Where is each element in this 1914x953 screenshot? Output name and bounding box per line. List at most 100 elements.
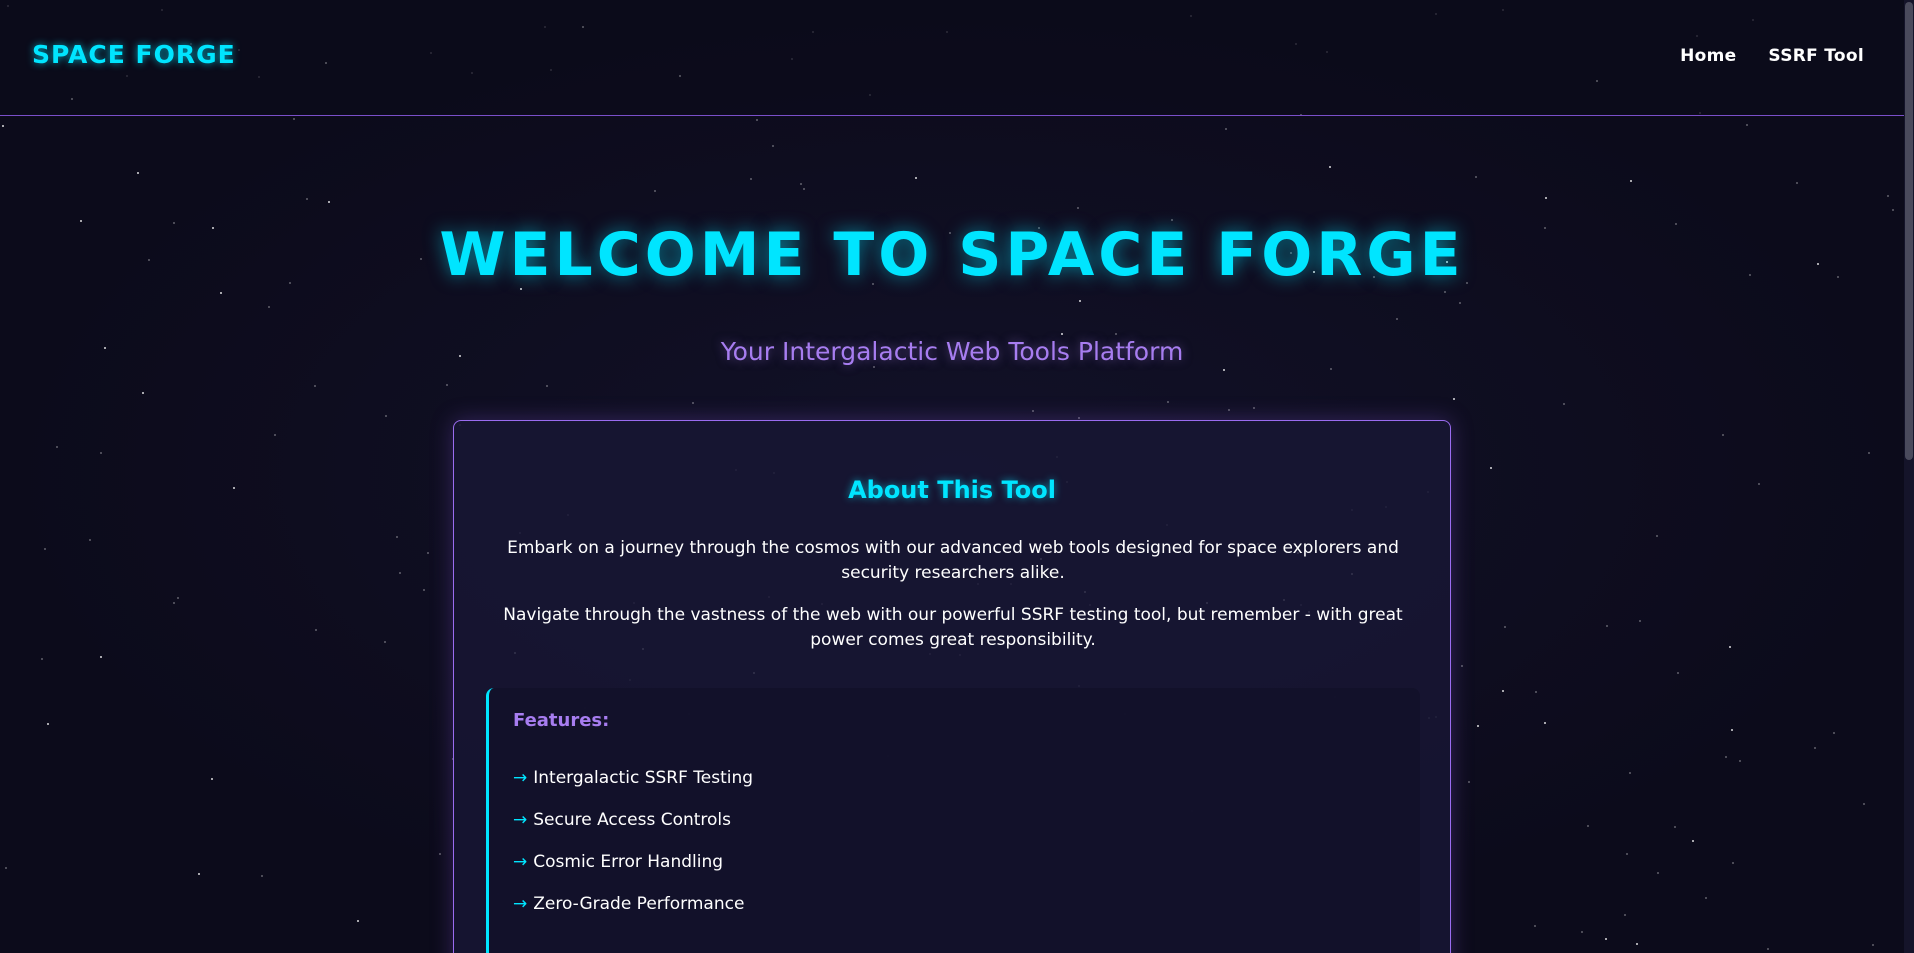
nav-link-ssrf-tool[interactable]: SSRF Tool bbox=[1768, 46, 1864, 66]
about-title: About This Tool bbox=[848, 476, 1056, 504]
star bbox=[384, 641, 386, 643]
hero-subtitle: Your Intergalactic Web Tools Platform bbox=[720, 337, 1184, 366]
star bbox=[546, 385, 548, 387]
star bbox=[1630, 180, 1632, 182]
star bbox=[800, 183, 802, 185]
star bbox=[100, 656, 102, 658]
star bbox=[1504, 626, 1506, 628]
star bbox=[41, 658, 43, 660]
star bbox=[1626, 853, 1628, 855]
star bbox=[1329, 166, 1331, 168]
arrow-right-icon: → bbox=[513, 894, 528, 914]
star bbox=[1887, 195, 1889, 197]
star bbox=[1581, 931, 1583, 933]
feature-item: → Intergalactic SSRF Testing bbox=[513, 768, 753, 810]
star bbox=[654, 190, 656, 192]
star bbox=[314, 385, 316, 387]
star bbox=[293, 118, 295, 120]
star bbox=[1444, 291, 1446, 293]
features-panel: Features: → Intergalactic SSRF Testing →… bbox=[486, 688, 1420, 953]
star bbox=[915, 177, 917, 179]
star bbox=[1167, 401, 1169, 403]
star bbox=[1674, 826, 1676, 828]
hero-title: WELCOME TO SPACE FORGE bbox=[439, 220, 1465, 290]
star bbox=[1731, 729, 1733, 731]
star bbox=[268, 306, 270, 308]
feature-item: → Zero-Grade Performance bbox=[513, 894, 753, 936]
feature-item: → Secure Access Controls bbox=[513, 810, 753, 852]
star bbox=[1732, 862, 1734, 864]
star bbox=[315, 629, 317, 631]
star bbox=[1228, 409, 1230, 411]
star bbox=[756, 119, 758, 121]
star bbox=[142, 392, 144, 394]
star bbox=[261, 875, 263, 877]
star bbox=[2, 125, 4, 127]
star bbox=[423, 589, 425, 591]
star bbox=[177, 597, 179, 599]
star bbox=[1656, 535, 1658, 537]
arrow-right-icon: → bbox=[513, 810, 528, 830]
star bbox=[446, 384, 448, 386]
feature-label: Zero-Grade Performance bbox=[533, 894, 745, 914]
star bbox=[306, 198, 308, 200]
star bbox=[1223, 369, 1225, 371]
star bbox=[1544, 722, 1546, 724]
star bbox=[1868, 452, 1870, 454]
star bbox=[1796, 182, 1798, 184]
site-header: SPACE FORGE Home SSRF Tool bbox=[0, 0, 1904, 116]
star bbox=[1705, 897, 1707, 899]
star bbox=[873, 366, 875, 368]
star bbox=[274, 434, 276, 436]
star bbox=[328, 201, 330, 203]
star bbox=[1639, 620, 1641, 622]
star bbox=[1692, 840, 1694, 842]
star bbox=[1729, 646, 1731, 648]
nav-link-home[interactable]: Home bbox=[1680, 46, 1736, 66]
about-card: About This Tool Embark on a journey thro… bbox=[453, 420, 1451, 953]
star bbox=[1739, 760, 1741, 762]
star bbox=[1587, 825, 1589, 827]
star bbox=[44, 548, 46, 550]
star bbox=[1746, 124, 1748, 126]
star bbox=[198, 873, 200, 875]
about-paragraph-1: Embark on a journey through the cosmos w… bbox=[507, 538, 1399, 583]
star bbox=[89, 539, 91, 541]
star bbox=[173, 602, 175, 604]
scrollbar-thumb[interactable] bbox=[1905, 2, 1913, 460]
features-title: Features: bbox=[513, 710, 610, 731]
star bbox=[1468, 781, 1470, 783]
star bbox=[233, 487, 235, 489]
star bbox=[1459, 302, 1461, 304]
star bbox=[56, 446, 58, 448]
feature-item: → Cosmic Error Handling bbox=[513, 852, 753, 894]
star bbox=[1814, 747, 1816, 749]
star bbox=[137, 172, 139, 174]
star bbox=[357, 920, 359, 922]
star bbox=[1605, 938, 1607, 940]
star bbox=[1490, 467, 1492, 469]
feature-label: Cosmic Error Handling bbox=[533, 852, 724, 872]
star bbox=[1624, 914, 1626, 916]
star bbox=[1563, 403, 1565, 405]
star bbox=[1061, 333, 1063, 335]
star bbox=[1606, 625, 1608, 627]
about-paragraph-2: Navigate through the vastness of the web… bbox=[503, 605, 1403, 650]
star bbox=[1502, 690, 1504, 692]
star bbox=[1545, 197, 1547, 199]
star bbox=[211, 778, 213, 780]
star bbox=[1032, 410, 1034, 412]
feature-label: Intergalactic SSRF Testing bbox=[533, 768, 754, 788]
star bbox=[803, 188, 805, 190]
page-scrollbar[interactable] bbox=[1904, 0, 1914, 953]
star bbox=[1077, 207, 1079, 209]
star bbox=[1078, 417, 1080, 419]
star bbox=[692, 402, 694, 404]
star bbox=[396, 536, 398, 538]
site-logo[interactable]: SPACE FORGE bbox=[32, 40, 236, 69]
star bbox=[1863, 803, 1865, 805]
star bbox=[1225, 128, 1227, 130]
features-list: → Intergalactic SSRF Testing → Secure Ac… bbox=[513, 768, 753, 936]
star bbox=[1477, 725, 1479, 727]
star bbox=[1657, 872, 1659, 874]
